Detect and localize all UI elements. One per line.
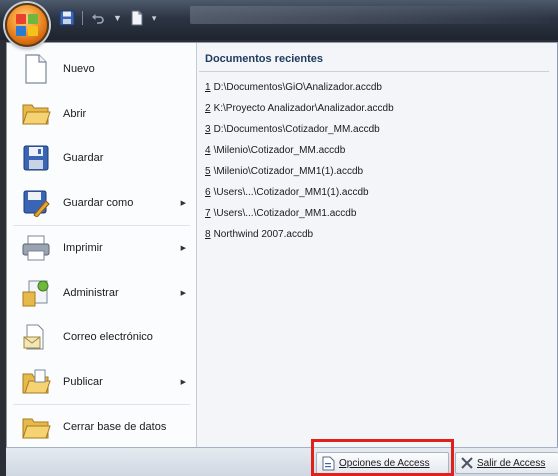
menu-item-label: Administrar bbox=[63, 286, 119, 299]
close-icon bbox=[461, 457, 473, 469]
options-document-icon bbox=[322, 456, 335, 470]
quick-access-toolbar: ▼ ▾ bbox=[58, 7, 156, 29]
undo-icon bbox=[92, 14, 104, 24]
publish-icon bbox=[21, 367, 51, 397]
save-icon bbox=[21, 143, 51, 173]
menu-item-imprimir[interactable]: Imprimir ▶ bbox=[7, 226, 196, 271]
floppy-disk-icon bbox=[59, 10, 75, 26]
menu-item-label: Publicar bbox=[63, 375, 103, 388]
command-list: Nuevo Abrir Guardar Guardar como ▶ Impri… bbox=[7, 43, 197, 447]
menu-item-label: Abrir bbox=[63, 107, 87, 120]
recent-documents-title: Documentos recientes bbox=[199, 53, 549, 72]
menu-item-correo[interactable]: Correo electrónico bbox=[7, 315, 196, 360]
recent-documents-list: 1 D:\Documentos\GiO\Analizador.accdb 2 K:\… bbox=[197, 72, 557, 245]
menu-item-guardar-como[interactable]: Guardar como ▶ bbox=[7, 181, 196, 226]
submenu-arrow-icon: ▶ bbox=[180, 289, 186, 297]
email-icon bbox=[21, 322, 51, 352]
manage-icon bbox=[21, 278, 51, 308]
menu-item-guardar[interactable]: Guardar bbox=[7, 136, 196, 181]
menu-item-label: Guardar bbox=[63, 152, 104, 165]
office-logo-icon bbox=[16, 14, 38, 36]
recent-document-item[interactable]: 2 K:\Proyecto Analizador\Analizador.accdb bbox=[197, 98, 557, 119]
menu-item-label: Cerrar base de datos bbox=[63, 421, 167, 434]
customize-qat-icon[interactable]: ▾ bbox=[152, 13, 157, 24]
exit-access-button[interactable]: Salir de Access bbox=[455, 452, 558, 474]
qat-separator bbox=[82, 11, 83, 25]
recent-document-item[interactable]: 6 \Users\...\Cotizador_MM1(1).accdb bbox=[197, 182, 557, 203]
recent-document-item[interactable]: 8 Northwind 2007.accdb bbox=[197, 224, 557, 245]
menu-item-administrar[interactable]: Administrar ▶ bbox=[7, 271, 196, 316]
recent-document-item[interactable]: 5 \Milenio\Cotizador_MM1(1).accdb bbox=[197, 161, 557, 182]
menu-item-label: Imprimir bbox=[63, 242, 103, 255]
exit-access-label: Salir de Access bbox=[477, 457, 546, 469]
save-as-icon bbox=[21, 188, 51, 218]
menu-footer: Opciones de Access Salir de Access bbox=[6, 447, 558, 476]
recent-document-item[interactable]: 4 \Milenio\Cotizador_MM.accdb bbox=[197, 140, 557, 161]
undo-dropdown-icon[interactable]: ▼ bbox=[113, 13, 122, 23]
recent-documents-panel: Documentos recientes 1 D:\Documentos\GiO\… bbox=[197, 43, 557, 447]
save-qat-button[interactable] bbox=[58, 9, 76, 27]
office-menu: Nuevo Abrir Guardar Guardar como ▶ Impri… bbox=[6, 42, 558, 448]
recent-document-item[interactable]: 3 D:\Documentos\Cotizador_MM.accdb bbox=[197, 119, 557, 140]
submenu-arrow-icon: ▶ bbox=[180, 199, 186, 207]
menu-item-abrir[interactable]: Abrir bbox=[7, 92, 196, 137]
recent-document-item[interactable]: 1 D:\Documentos\GiO\Analizador.accdb bbox=[197, 77, 557, 98]
recent-document-item[interactable]: 7 \Users\...\Cotizador_MM1.accdb bbox=[197, 203, 557, 224]
new-document-icon bbox=[21, 54, 51, 84]
access-options-label: Opciones de Access bbox=[339, 457, 430, 469]
printer-icon bbox=[21, 233, 51, 263]
title-bar: ▼ ▾ bbox=[0, 0, 558, 40]
office-button[interactable] bbox=[5, 3, 49, 47]
menu-item-label: Nuevo bbox=[63, 63, 95, 76]
undo-qat-button[interactable] bbox=[89, 9, 107, 27]
menu-item-label: Correo electrónico bbox=[63, 331, 153, 344]
open-folder-icon bbox=[21, 99, 51, 129]
submenu-arrow-icon: ▶ bbox=[180, 378, 186, 386]
submenu-arrow-icon: ▶ bbox=[180, 245, 186, 253]
document-icon bbox=[131, 10, 143, 26]
menu-item-nuevo[interactable]: Nuevo bbox=[7, 47, 196, 92]
menu-item-label: Guardar como bbox=[63, 196, 134, 209]
window-title bbox=[190, 6, 550, 24]
close-database-icon bbox=[21, 412, 51, 442]
menu-item-cerrar[interactable]: Cerrar base de datos bbox=[7, 405, 196, 450]
access-options-button[interactable]: Opciones de Access bbox=[316, 452, 449, 474]
menu-item-publicar[interactable]: Publicar ▶ bbox=[7, 360, 196, 405]
redo-qat-button[interactable] bbox=[128, 9, 146, 27]
